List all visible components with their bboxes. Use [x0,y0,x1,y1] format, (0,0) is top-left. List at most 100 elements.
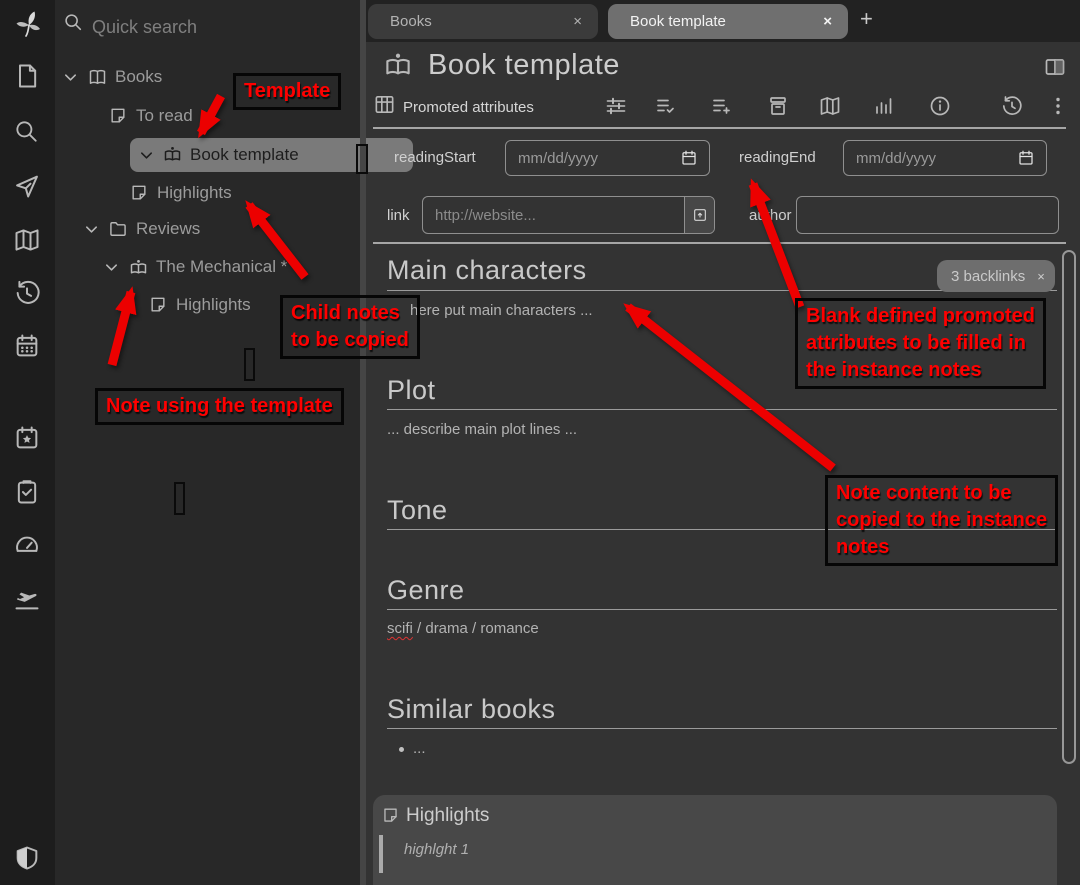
tree-item-label: The Mechanical * [156,257,287,277]
tab-title: Books [368,13,557,30]
link-input[interactable]: http://website... [422,196,715,234]
section-body-plot[interactable]: ... describe main plot lines ... [387,421,577,438]
annotation-note-content: Note content to be copied to the instanc… [825,475,1058,566]
included-note-title[interactable]: Highlights [406,805,489,827]
book-open-icon [87,67,108,88]
bookmarks-calendar-star-icon[interactable] [13,424,43,454]
section-body-genre[interactable]: scifi / drama / romance [387,620,539,637]
tree-item-label: Books [115,67,162,87]
author-label: author [749,207,792,224]
promoted-attributes-tab-label[interactable]: Promoted attributes [403,99,534,116]
section-heading-similar-books[interactable]: Similar books [387,694,1057,729]
tree-item-label: To read [136,106,193,126]
history-icon[interactable] [999,93,1025,119]
note-icon [108,106,128,126]
backlinks-badge[interactable]: 3 backlinks × [937,260,1055,292]
misspelled-word: scifi [387,620,413,637]
open-external-link-button[interactable] [684,197,714,233]
tree-item-label: Reviews [136,219,200,239]
jump-to-note-icon[interactable] [13,172,43,202]
tab-bar: Books × Book template × + [366,0,1080,42]
note-title-icon [383,50,413,85]
tree-item-label: Book template [190,145,299,165]
book-reader-icon [162,144,183,170]
plane-icon[interactable] [13,585,43,615]
list-check-icon[interactable] [653,93,679,119]
annotation-child-notes: Child notes to be copied [280,295,420,359]
stray-rectangle [244,348,255,381]
tab-close-icon[interactable]: × [807,13,848,30]
quick-search-input[interactable]: Quick search [92,17,197,38]
tab-title: Book template [608,13,807,30]
reading-end-date-input[interactable]: mm/dd/yyyy [843,140,1047,176]
note-map-icon[interactable] [817,93,843,119]
tree-item-the-mechanical[interactable]: The Mechanical * [104,254,287,280]
book-reader-icon [128,257,149,278]
tree-item-label: Highlights [176,295,251,315]
new-tab-button[interactable]: + [860,6,873,32]
recent-changes-icon[interactable] [13,279,43,309]
chevron-down-icon[interactable] [139,148,154,168]
chevron-down-icon [63,70,78,85]
archive-box-icon[interactable] [765,93,791,119]
author-input[interactable] [796,196,1059,234]
date-placeholder: mm/dd/yyyy [506,150,680,167]
sliders-icon[interactable] [603,93,629,119]
backlinks-close-icon[interactable]: × [1037,269,1045,284]
tree-item-highlights-2[interactable]: Highlights [148,292,251,318]
calendar-icon [680,149,698,167]
calendar-icon[interactable] [13,332,43,362]
task-list-icon[interactable] [13,478,43,508]
protected-session-shield-icon[interactable] [13,844,43,874]
tab-books[interactable]: Books × [368,4,598,39]
included-note-card: Highlights highlght 1 [373,795,1057,885]
tab-close-icon[interactable]: × [557,13,598,30]
app-window: Quick search Book template Books To read… [0,0,1080,885]
note-map-icon[interactable] [13,226,43,256]
folder-icon [108,219,128,239]
annotation-note-using-template: Note using the template [95,388,344,425]
reading-start-date-input[interactable]: mm/dd/yyyy [505,140,710,176]
link-label: link [387,207,410,224]
genre-rest: / drama / romance [413,620,539,637]
split-view-icon[interactable] [1042,54,1068,80]
content-scrollbar[interactable] [1062,250,1076,764]
tab-book-template[interactable]: Book template × [608,4,848,39]
note-icon [129,183,149,203]
list-plus-icon[interactable] [709,93,735,119]
attributes-divider [373,242,1066,244]
panel-divider[interactable] [360,0,366,885]
list-bullet [399,747,404,752]
stray-rectangle [356,144,368,174]
trilium-logo-icon[interactable] [13,8,43,38]
link-placeholder: http://website... [423,207,684,224]
blockquote-bar [379,835,383,873]
calendar-icon [1017,149,1035,167]
note-icon [381,806,400,830]
tree-item-reviews[interactable]: Reviews [84,216,200,242]
section-heading-genre[interactable]: Genre [387,575,1057,610]
tree-item-books[interactable]: Books [63,64,162,90]
new-note-icon[interactable] [13,62,43,92]
tree-item-highlights[interactable]: Highlights [129,180,232,206]
backlinks-count: 3 backlinks [951,268,1025,285]
tree-item-to-read[interactable]: To read [108,103,193,129]
quick-search-icon[interactable] [62,11,86,35]
dashboard-gauge-icon[interactable] [13,531,43,561]
bar-chart-icon[interactable] [871,93,897,119]
info-circle-icon[interactable] [927,93,953,119]
date-placeholder: mm/dd/yyyy [844,150,1017,167]
stray-rectangle [174,482,185,515]
search-icon[interactable] [13,118,43,148]
annotation-blank-attributes: Blank defined promoted attributes to be … [795,298,1046,389]
list-item-text[interactable]: ... [413,740,426,757]
tree-item-label: Highlights [157,183,232,203]
tree-item-book-template[interactable]: Book template [130,138,413,172]
ribbon-divider [373,127,1066,129]
kebab-menu-icon[interactable] [1045,93,1071,119]
launcher-bar [0,0,55,885]
section-body-main-characters[interactable]: here put main characters ... [410,302,593,319]
promoted-attributes-tab-icon[interactable] [373,93,396,121]
note-title[interactable]: Book template [428,49,620,82]
included-note-quote[interactable]: highlght 1 [404,841,469,858]
